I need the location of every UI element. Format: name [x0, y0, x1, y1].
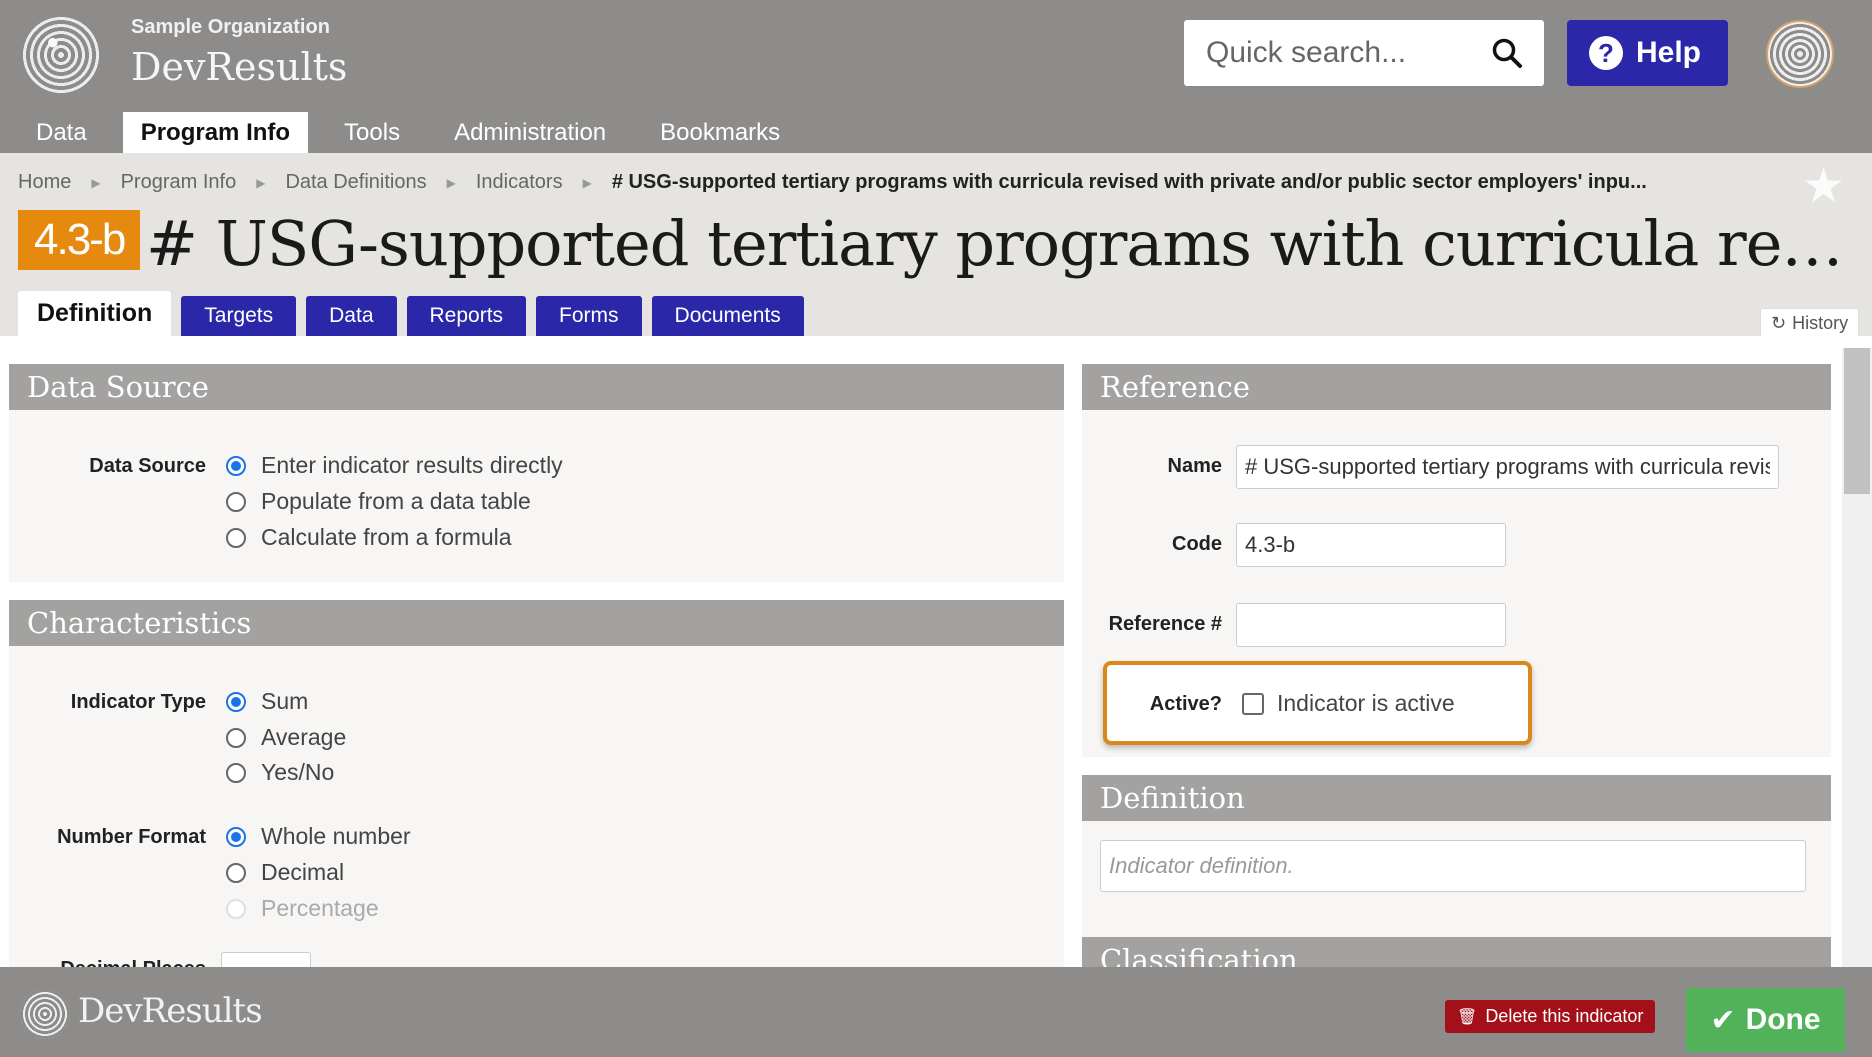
decimal-places-label: Decimal Places	[40, 958, 206, 967]
data-source-option-table[interactable]: Populate from a data table	[226, 488, 531, 515]
title-area: Home ▶ Program Info ▶ Data Definitions ▶…	[0, 153, 1872, 338]
data-source-label: Data Source	[89, 455, 206, 477]
scrollbar[interactable]	[1842, 348, 1872, 967]
indicator-type-yes-no[interactable]: Yes/No	[226, 759, 334, 786]
name-label: Name	[1167, 455, 1222, 477]
scrollbar-thumb[interactable]	[1844, 348, 1870, 494]
active-checkbox-row[interactable]: Indicator is active	[1242, 690, 1455, 717]
indicator-tabs: Definition Targets Data Reports Forms Do…	[18, 291, 814, 336]
code-input[interactable]	[1236, 523, 1506, 567]
tab-forms[interactable]: Forms	[536, 296, 642, 336]
trash-icon: 🗑	[1457, 1008, 1478, 1026]
done-button[interactable]: ✔ Done	[1686, 988, 1845, 1052]
code-label: Code	[1172, 533, 1222, 555]
nav-item-tools[interactable]: Tools	[326, 112, 418, 153]
nav-item-program-info[interactable]: Program Info	[122, 112, 309, 153]
nav-item-bookmarks[interactable]: Bookmarks	[642, 112, 798, 153]
app-name: DevResults	[131, 45, 348, 89]
chevron-right-icon: ▶	[91, 175, 101, 190]
help-label: Help	[1636, 36, 1702, 69]
radio-button	[226, 898, 246, 919]
indicator-type-label: Indicator Type	[70, 691, 206, 713]
chevron-right-icon: ▶	[582, 175, 592, 190]
radio-button[interactable]	[226, 826, 246, 847]
reference-panel-header: Reference	[1082, 364, 1831, 410]
reference-number-label: Reference #	[1108, 613, 1222, 635]
reference-number-input[interactable]	[1236, 603, 1506, 647]
quick-search-input[interactable]	[1206, 32, 1476, 74]
tab-documents[interactable]: Documents	[651, 296, 804, 336]
chevron-right-icon: ▶	[446, 175, 456, 190]
active-checkbox[interactable]	[1242, 692, 1264, 715]
main-nav: Data Program Info Tools Administration B…	[18, 112, 816, 153]
footer-brand: DevResults	[78, 991, 263, 1031]
active-checkbox-label: Indicator is active	[1277, 690, 1455, 716]
radio-button[interactable]	[226, 862, 246, 883]
indicator-type-sum[interactable]: Sum	[226, 688, 308, 715]
tab-definition[interactable]: Definition	[18, 291, 172, 336]
delete-indicator-button[interactable]: 🗑 Delete this indicator	[1445, 1000, 1656, 1033]
check-icon: ✔	[1710, 1003, 1736, 1037]
star-icon[interactable]: ★	[1802, 163, 1845, 211]
organization-name: Sample Organization	[131, 16, 330, 38]
breadcrumb: Home ▶ Program Info ▶ Data Definitions ▶…	[18, 171, 1647, 194]
app-header: Sample Organization DevResults ? Help Da…	[0, 0, 1872, 153]
search-icon[interactable]	[1491, 37, 1523, 69]
history-label: History	[1792, 312, 1849, 333]
definition-content: Data Source Data Source Enter indicator …	[0, 336, 1872, 967]
indicator-code-badge: 4.3-b	[18, 210, 141, 270]
characteristics-panel-header: Characteristics	[9, 600, 1064, 646]
chevron-right-icon: ▶	[256, 175, 266, 190]
number-format-whole[interactable]: Whole number	[226, 823, 411, 850]
name-input[interactable]	[1236, 445, 1779, 489]
definition-input[interactable]	[1100, 840, 1806, 892]
tab-data[interactable]: Data	[306, 296, 397, 336]
indicator-type-average[interactable]: Average	[226, 724, 346, 751]
radio-button[interactable]	[226, 691, 246, 712]
decimal-places-input[interactable]	[221, 952, 311, 967]
devresults-logo	[20, 989, 70, 1039]
devresults-logo[interactable]	[20, 14, 102, 96]
data-source-option-direct[interactable]: Enter indicator results directly	[226, 452, 563, 479]
radio-button[interactable]	[226, 762, 246, 783]
data-source-option-formula[interactable]: Calculate from a formula	[226, 524, 512, 551]
question-circle-icon: ?	[1589, 36, 1623, 70]
nav-item-administration[interactable]: Administration	[436, 112, 624, 153]
nav-item-data[interactable]: Data	[18, 112, 105, 153]
active-label: Active?	[1149, 693, 1222, 715]
breadcrumb-home[interactable]: Home	[18, 171, 71, 194]
radio-button[interactable]	[226, 491, 246, 512]
data-source-panel-header: Data Source	[9, 364, 1064, 410]
radio-button[interactable]	[226, 727, 246, 748]
tab-targets[interactable]: Targets	[181, 296, 297, 336]
history-button[interactable]: ↻ History	[1760, 308, 1860, 338]
tab-reports[interactable]: Reports	[406, 296, 527, 336]
breadcrumb-program-info[interactable]: Program Info	[121, 171, 237, 194]
done-label: Done	[1745, 1003, 1821, 1036]
history-icon: ↻	[1771, 312, 1787, 333]
number-format-decimal[interactable]: Decimal	[226, 859, 344, 886]
radio-button[interactable]	[226, 455, 246, 476]
breadcrumb-data-definitions[interactable]: Data Definitions	[285, 171, 426, 194]
quick-search	[1184, 20, 1544, 86]
user-avatar[interactable]	[1766, 20, 1834, 88]
help-button[interactable]: ? Help	[1567, 20, 1728, 86]
delete-label: Delete this indicator	[1485, 1006, 1644, 1026]
classification-panel-header: Classification	[1082, 937, 1831, 967]
page-title: # USG-supported tertiary programs with c…	[146, 207, 1846, 280]
number-format-percentage: Percentage	[226, 895, 379, 922]
data-source-panel	[9, 410, 1064, 582]
breadcrumb-current: # USG-supported tertiary programs with c…	[611, 171, 1647, 193]
breadcrumb-indicators[interactable]: Indicators	[476, 171, 563, 194]
number-format-label: Number Format	[57, 826, 206, 848]
footer: DevResults 🗑 Delete this indicator ✔ Don…	[0, 967, 1872, 1057]
radio-button[interactable]	[226, 527, 246, 548]
definition-panel-header: Definition	[1082, 775, 1831, 821]
